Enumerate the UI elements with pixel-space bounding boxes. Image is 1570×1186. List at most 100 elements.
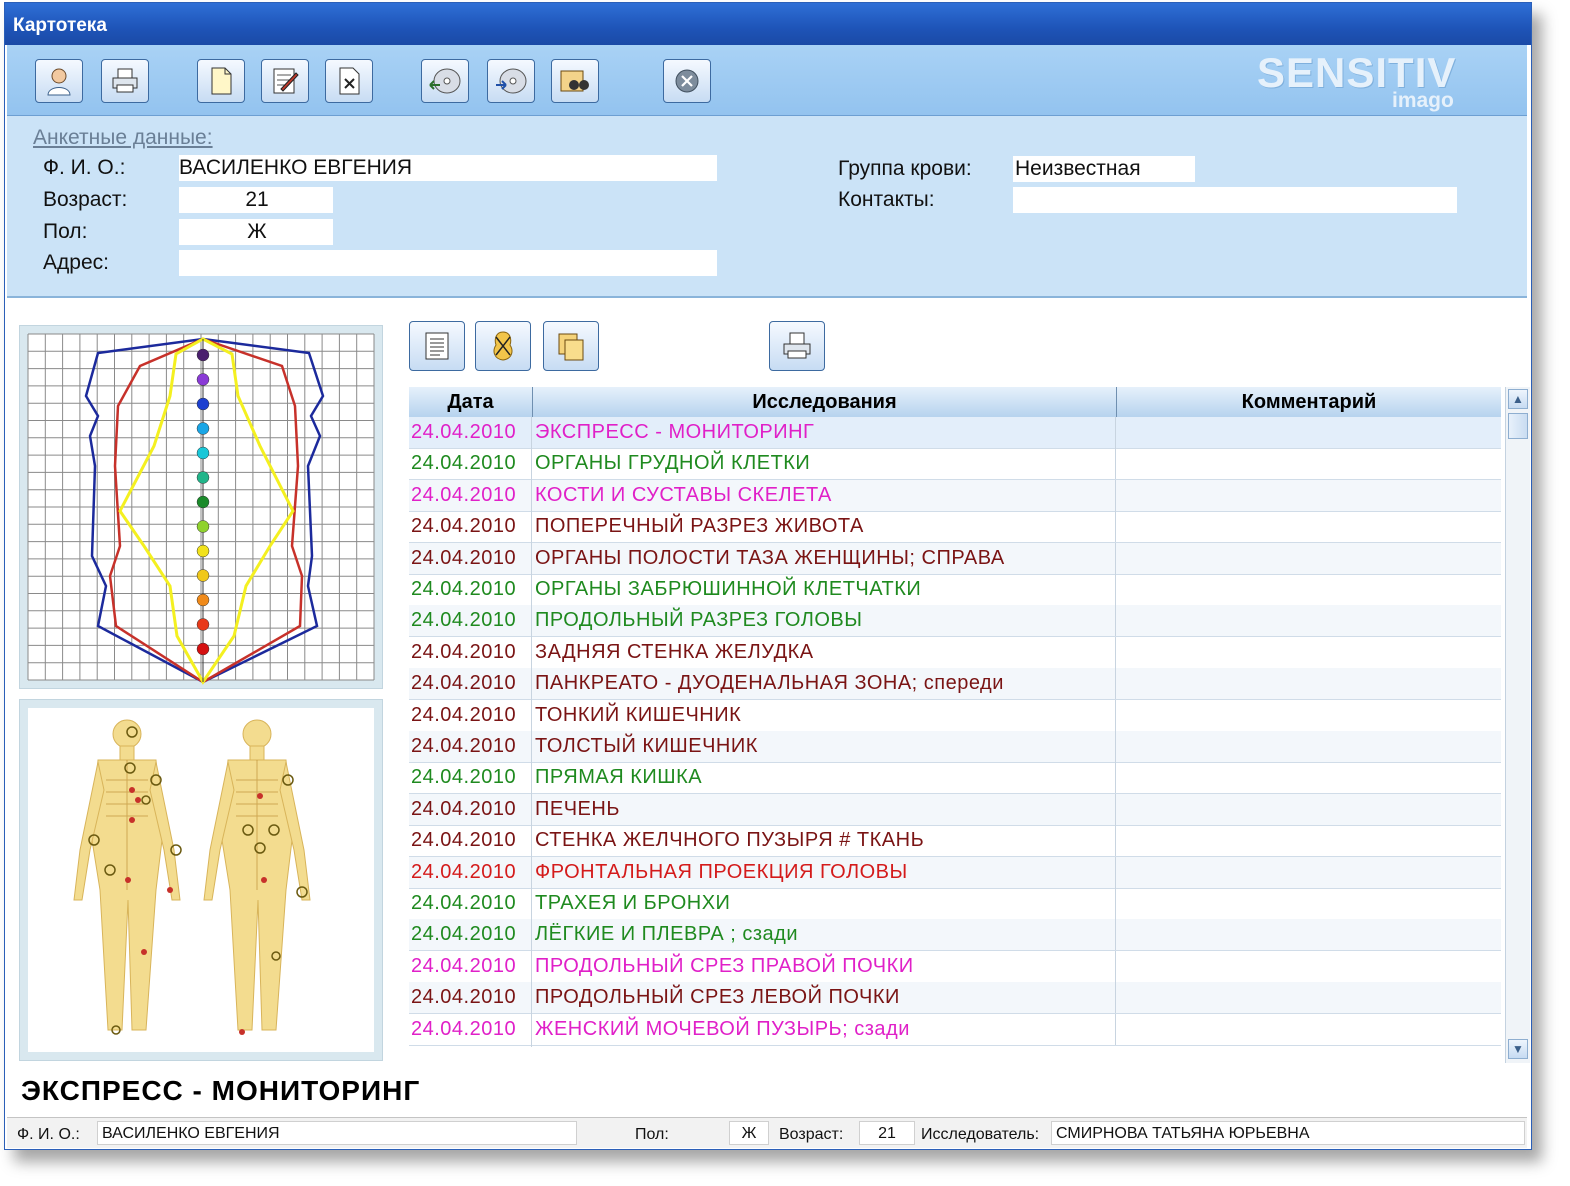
disk-import-icon (429, 68, 461, 94)
column-studies[interactable]: Исследования (533, 387, 1117, 417)
fio-label: Ф. И. О.: (43, 156, 126, 179)
table-row[interactable]: 24.04.2010 ПРОДОЛЬНЫЙ СРЕЗ ПРАВОЙ ПОЧКИ (409, 950, 1502, 983)
row-comment[interactable] (1115, 636, 1502, 668)
column-comment[interactable]: Комментарий (1117, 387, 1501, 417)
scroll-thumb[interactable] (1508, 413, 1528, 439)
row-comment[interactable] (1115, 417, 1502, 448)
edit-icon (273, 68, 299, 94)
contacts-field[interactable] (1013, 187, 1457, 213)
row-date: 24.04.2010 (411, 1017, 517, 1040)
sex-label: Пол: (43, 220, 88, 243)
row-comment[interactable] (1115, 856, 1502, 888)
row-comment[interactable] (1115, 448, 1502, 480)
row-comment[interactable] (1115, 919, 1502, 951)
table-row[interactable]: 24.04.2010 ПРОДОЛЬНЫЙ РАЗРЕЗ ГОЛОВЫ (409, 605, 1502, 638)
patient-button[interactable] (35, 59, 83, 103)
import-button[interactable] (421, 59, 469, 103)
table-row[interactable]: 24.04.2010 ТРАХЕЯ И БРОНХИ (409, 888, 1501, 920)
export-button[interactable] (487, 59, 535, 103)
table-row[interactable]: 24.04.2010 ПЕЧЕНЬ (409, 793, 1502, 826)
table-row[interactable]: 24.04.2010 ОРГАНЫ ЗАБРЮШИННОЙ КЛЕТЧАТКИ (409, 574, 1501, 606)
table-row[interactable]: 24.04.2010 ОРГАНЫ ГРУДНОЙ КЛЕТКИ (409, 448, 1502, 481)
table-row[interactable]: 24.04.2010 ПОПЕРЕЧНЫЙ РАЗРЕЗ ЖИВОТА (409, 511, 1502, 544)
close-icon (675, 69, 699, 93)
row-comment[interactable] (1115, 762, 1502, 794)
column-date[interactable]: Дата (409, 387, 533, 417)
body-map-panel (19, 699, 383, 1061)
search-button[interactable] (551, 59, 599, 103)
table-row[interactable]: 24.04.2010 ТОНКИЙ КИШЕЧНИК (409, 699, 1502, 732)
row-study: КОСТИ И СУСТАВЫ СКЕЛЕТА (535, 483, 832, 506)
row-comment[interactable] (1115, 825, 1502, 857)
row-date: 24.04.2010 (411, 923, 517, 946)
blood-group-field[interactable]: Неизвестная (1013, 156, 1195, 182)
table-row[interactable]: 24.04.2010 ПРОДОЛЬНЫЙ СРЕЗ ЛЕВОЙ ПОЧКИ (409, 982, 1502, 1015)
title-bar[interactable]: Картотека (5, 3, 1531, 45)
row-study: ЭКСПРЕСС - МОНИТОРИНГ (535, 421, 815, 443)
brand-logo: SENSITIV imago (1257, 49, 1457, 112)
table-row[interactable]: 24.04.2010 СТЕНКА ЖЕЛЧНОГО ПУЗЫРЯ # ТКАНЬ (409, 825, 1502, 858)
blood-group-label: Группа крови: (838, 157, 972, 180)
row-comment[interactable] (1115, 888, 1502, 919)
table-row[interactable]: 24.04.2010 ЖЕНСКИЙ МОЧЕВОЙ ПУЗЫРЬ; сзади (409, 1013, 1502, 1046)
age-label: Возраст: (43, 188, 128, 211)
print-study-button[interactable] (769, 321, 825, 371)
row-comment[interactable] (1115, 511, 1502, 543)
new-button[interactable] (197, 59, 245, 103)
profile-section-title[interactable]: Анкетные данные: (33, 126, 213, 150)
row-study: СТЕНКА ЖЕЛЧНОГО ПУЗЫРЯ # ТКАНЬ (535, 829, 925, 852)
row-comment[interactable] (1115, 605, 1502, 637)
table-row[interactable]: 24.04.2010 ОРГАНЫ ПОЛОСТИ ТАЗА ЖЕНЩИНЫ; С… (409, 542, 1502, 575)
address-field[interactable] (179, 250, 717, 276)
delete-button[interactable] (325, 59, 373, 103)
row-comment[interactable] (1115, 982, 1502, 1014)
row-comment[interactable] (1115, 574, 1502, 605)
print-button[interactable] (101, 59, 149, 103)
row-comment[interactable] (1115, 542, 1502, 574)
row-comment[interactable] (1115, 731, 1502, 762)
table-scrollbar[interactable]: ▲ ▼ (1505, 387, 1530, 1063)
age-field[interactable]: 21 (179, 187, 333, 213)
window-title: Картотека (13, 15, 107, 36)
row-comment[interactable] (1115, 1013, 1502, 1045)
binoculars-icon (560, 70, 589, 92)
row-study: ПАНКРЕАТО - ДУОДЕНАЛЬНАЯ ЗОНА; спереди (535, 672, 1004, 695)
copy-button[interactable] (543, 321, 599, 371)
body-icon (493, 331, 513, 361)
list-button[interactable] (409, 321, 465, 371)
row-comment[interactable] (1115, 699, 1502, 731)
sex-field[interactable]: Ж (179, 219, 333, 245)
selected-study-title: ЭКСПРЕСС - МОНИТОРИНГ (21, 1075, 421, 1106)
table-row[interactable]: 24.04.2010 ЭКСПРЕСС - МОНИТОРИНГ (409, 417, 1501, 449)
chakra-point (196, 422, 210, 435)
edit-button[interactable] (261, 59, 309, 103)
scroll-up-arrow[interactable]: ▲ (1508, 389, 1528, 409)
scroll-down-arrow[interactable]: ▼ (1508, 1039, 1528, 1059)
row-date: 24.04.2010 (411, 483, 517, 506)
row-date: 24.04.2010 (411, 797, 517, 820)
chakra-point (196, 397, 210, 411)
status-researcher-value: СМИРНОВА ТАТЬЯНА ЮРЬЕВНА (1051, 1121, 1525, 1145)
fio-field[interactable]: ВАСИЛЕНКО ЕВГЕНИЯ (179, 155, 717, 181)
row-date: 24.04.2010 (411, 892, 517, 914)
table-row[interactable]: 24.04.2010 ПАНКРЕАТО - ДУОДЕНАЛЬНАЯ ЗОНА;… (409, 668, 1502, 701)
table-body: 24.04.2010 ЭКСПРЕСС - МОНИТОРИНГ 24.04.201… (409, 417, 1501, 1047)
row-study: ЖЕНСКИЙ МОЧЕВОЙ ПУЗЫРЬ; сзади (535, 1017, 910, 1040)
studies-table: Дата Исследования Комментарий 24.04.2010… (409, 387, 1501, 1047)
status-age-label: Возраст: (779, 1126, 844, 1143)
kartoteka-window: Картотека SENSITIV imago Анкетные данные… (4, 2, 1532, 1150)
close-button[interactable] (663, 59, 711, 103)
row-study: ПОПЕРЕЧНЫЙ РАЗРЕЗ ЖИВОТА (535, 515, 864, 538)
table-row[interactable]: 24.04.2010 ПРЯМАЯ КИШКА (409, 762, 1502, 795)
row-comment[interactable] (1115, 950, 1502, 982)
row-comment[interactable] (1115, 793, 1502, 825)
body-button[interactable] (475, 321, 531, 371)
row-comment[interactable] (1115, 479, 1502, 511)
table-row[interactable]: 24.04.2010 КОСТИ И СУСТАВЫ СКЕЛЕТА (409, 479, 1502, 512)
table-row[interactable]: 24.04.2010 ТОЛСТЫЙ КИШЕЧНИК (409, 731, 1501, 763)
row-comment[interactable] (1115, 668, 1502, 700)
status-bar: Ф. И. О.: ВАСИЛЕНКО ЕВГЕНИЯ Пол: Ж Возра… (7, 1117, 1527, 1148)
table-row[interactable]: 24.04.2010 ЗАДНЯЯ СТЕНКА ЖЕЛУДКА (409, 636, 1502, 669)
table-row[interactable]: 24.04.2010 ЛЁГКИЕ И ПЛЕВРА ; сзади (409, 919, 1502, 952)
table-row[interactable]: 24.04.2010 ФРОНТАЛЬНАЯ ПРОЕКЦИЯ ГОЛОВЫ (409, 856, 1502, 889)
